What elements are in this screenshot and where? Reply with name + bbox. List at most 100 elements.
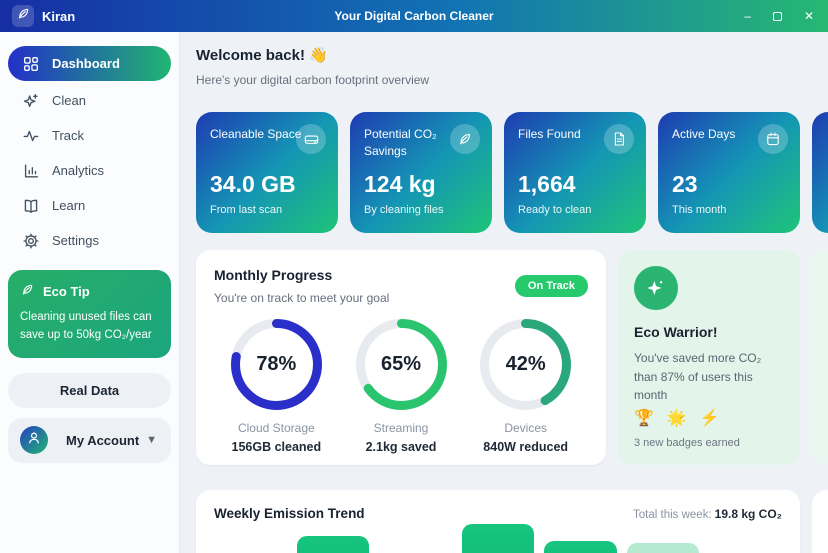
stat-value: 34.0 GB: [210, 171, 324, 198]
sidebar-item-label: Track: [52, 128, 84, 143]
stat-label: Potential CO₂ Savings: [364, 126, 456, 162]
stat-value: 124 kg: [364, 171, 478, 198]
bar-day-4: [462, 524, 535, 553]
stat-value: 1,664: [518, 171, 632, 198]
stat-sub: Ready to clean: [518, 204, 632, 216]
donut-chart: 42%: [478, 317, 573, 412]
maximize-button[interactable]: [773, 12, 782, 21]
app-name: Kiran: [42, 9, 75, 24]
calendar-icon: [758, 124, 788, 154]
badges-caption: 3 new badges earned: [634, 437, 784, 449]
donut-streaming: 65% Streaming 2.1kg saved: [339, 317, 464, 454]
donut-label: Cloud Storage: [238, 421, 315, 435]
monthly-progress-title: Monthly Progress: [214, 267, 389, 283]
bottom-row: Weekly Emission Trend Total this week:19…: [196, 490, 828, 553]
sidebar: Dashboard Clean Track: [0, 32, 180, 553]
bar-day-2: [297, 536, 370, 553]
eco-tip-card: Eco Tip Cleaning unused files can save u…: [8, 270, 171, 358]
donut-value: 2.1kg saved: [366, 440, 437, 454]
close-button[interactable]: ✕: [804, 10, 814, 22]
star-badge-icon: 🌟: [667, 408, 687, 428]
donut-chart: 78%: [229, 317, 324, 412]
person-icon: [26, 430, 42, 451]
sidebar-item-label: Clean: [52, 93, 86, 108]
eco-warrior-card: Eco Warrior! You've saved more CO₂ than …: [618, 250, 800, 465]
main-content: Welcome back! 👋 Here's your digital carb…: [180, 32, 828, 553]
file-icon: [604, 124, 634, 154]
hard-drive-icon: [296, 124, 326, 154]
sidebar-item-track[interactable]: Track: [8, 118, 171, 153]
sparkle-icon: [21, 91, 40, 110]
my-account-label: My Account: [66, 433, 139, 448]
avatar: [20, 426, 48, 454]
trophy-badge-icon: 🏆: [634, 408, 654, 428]
weekly-total-value: 19.8 kg CO₂: [715, 507, 782, 521]
sidebar-item-label: Learn: [52, 198, 85, 213]
bar-chart-icon: [21, 161, 40, 180]
status-badge: On Track: [515, 275, 588, 297]
donut-percent: 78%: [229, 317, 324, 412]
page-title: Welcome back! 👋: [196, 46, 828, 64]
titlebar: Kiran Your Digital Carbon Cleaner – ✕: [0, 0, 828, 32]
bar-day-5: [544, 541, 617, 553]
page-subtitle: Here's your digital carbon footprint ove…: [196, 73, 828, 87]
monthly-progress-subtitle: You're on track to meet your goal: [214, 291, 389, 305]
sparkle-badge-icon: [634, 266, 678, 310]
eco-tip-text: Cleaning unused files can save up to 50k…: [20, 308, 159, 345]
bar-day-6: [627, 543, 700, 553]
leaf-icon: [450, 124, 480, 154]
chevron-down-icon: ▼: [146, 434, 157, 446]
donut-percent: 42%: [478, 317, 573, 412]
donut-label: Devices: [504, 421, 547, 435]
eco-warrior-title: Eco Warrior!: [634, 324, 784, 340]
lightning-badge-icon: ⚡: [700, 408, 720, 428]
eco-warrior-text: You've saved more CO₂ than 87% of users …: [634, 349, 784, 405]
leaf-icon: [20, 282, 35, 300]
sidebar-item-clean[interactable]: Clean: [8, 83, 171, 118]
real-data-button[interactable]: Real Data: [8, 373, 171, 408]
sidebar-item-analytics[interactable]: Analytics: [8, 153, 171, 188]
sidebar-item-label: Dashboard: [52, 56, 120, 71]
sidebar-item-label: Analytics: [52, 163, 104, 178]
stat-sub: By cleaning files: [364, 204, 478, 216]
weekly-title: Weekly Emission Trend: [214, 506, 365, 521]
donut-chart: 65%: [354, 317, 449, 412]
donut-devices: 42% Devices 840W reduced: [463, 317, 588, 454]
gear-icon: [21, 231, 40, 250]
stats-row: Cleanable Space 34.0 GB From last scan P…: [196, 112, 828, 233]
book-icon: [21, 196, 40, 215]
app-logo: [12, 5, 34, 27]
eco-tip-title: Eco Tip: [43, 284, 90, 299]
sidebar-item-label: Settings: [52, 233, 99, 248]
leaf-icon: [16, 6, 31, 26]
stat-card-cleanable-space: Cleanable Space 34.0 GB From last scan: [196, 112, 338, 233]
stat-sub: This month: [672, 204, 786, 216]
sidebar-item-learn[interactable]: Learn: [8, 188, 171, 223]
stat-label: Active Days: [672, 126, 764, 162]
dashboard-grid-icon: [21, 54, 40, 73]
stat-card-files-found: Files Found 1,664 Ready to clean: [504, 112, 646, 233]
stat-label: Cleanable Space: [210, 126, 302, 162]
stat-value: 23: [672, 171, 786, 198]
badges-row: 🏆 🌟 ⚡: [634, 408, 784, 428]
donut-cloud-storage: 78% Cloud Storage 156GB cleaned: [214, 317, 339, 454]
stat-card-partial: [812, 112, 828, 233]
my-account-button[interactable]: My Account ▼: [8, 418, 171, 463]
stat-card-co2-savings: Potential CO₂ Savings 124 kg By cleaning…: [350, 112, 492, 233]
minimize-button[interactable]: –: [744, 10, 751, 22]
weekly-bar-chart: [214, 529, 782, 553]
window-title: Your Digital Carbon Cleaner: [0, 9, 828, 23]
middle-row: Monthly Progress You're on track to meet…: [196, 250, 828, 465]
weekly-emission-card: Weekly Emission Trend Total this week:19…: [196, 490, 800, 553]
stat-sub: From last scan: [210, 204, 324, 216]
pulse-icon: [21, 126, 40, 145]
donut-percent: 65%: [354, 317, 449, 412]
sidebar-item-dashboard[interactable]: Dashboard: [8, 46, 171, 81]
monthly-progress-card: Monthly Progress You're on track to meet…: [196, 250, 606, 465]
donut-value: 156GB cleaned: [232, 440, 322, 454]
donut-charts: 78% Cloud Storage 156GB cleaned 65%: [214, 317, 588, 454]
partial-card: [812, 490, 828, 553]
sidebar-item-settings[interactable]: Settings: [8, 223, 171, 258]
partial-card: [812, 250, 828, 465]
donut-value: 840W reduced: [483, 440, 568, 454]
